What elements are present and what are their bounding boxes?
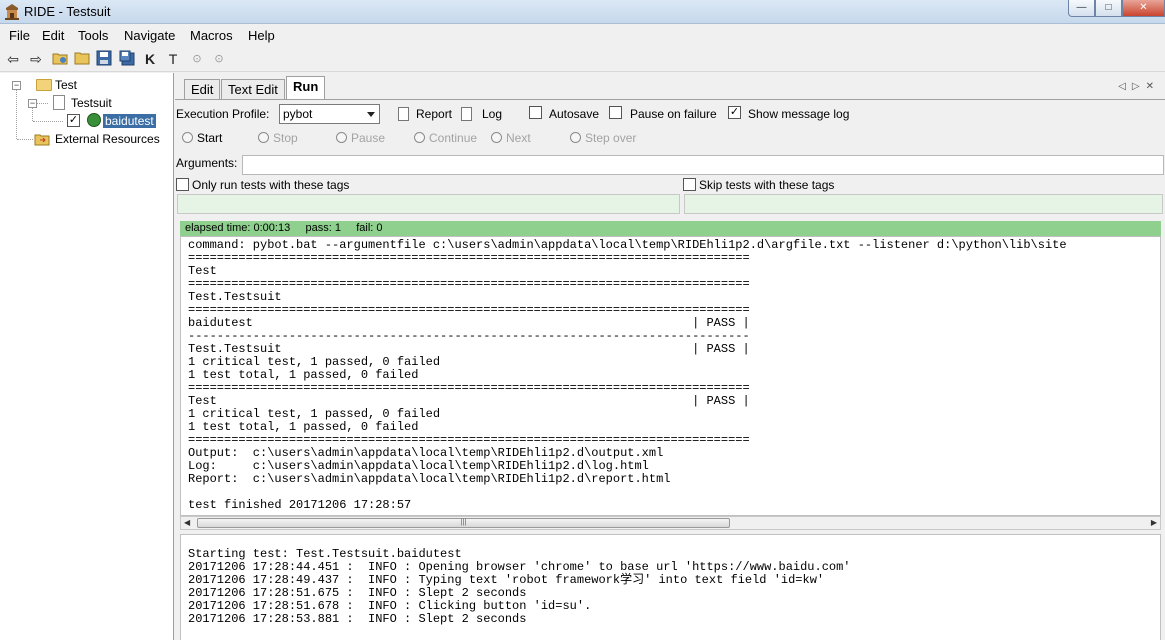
close-button[interactable]: ✕: [1122, 0, 1165, 17]
open-suite-icon[interactable]: [51, 50, 69, 68]
back-icon[interactable]: ⇦: [4, 50, 22, 68]
editor-tabs: Edit Text Edit Run ◁▷✕: [176, 75, 1165, 99]
pause-on-failure-label: Pause on failure: [630, 107, 717, 121]
continue-icon: [414, 132, 425, 143]
file-icon: [53, 95, 65, 110]
robot-test-icon: [87, 113, 101, 127]
tree-item-baidutest[interactable]: baidutest: [103, 112, 156, 130]
tab-run[interactable]: Run: [286, 76, 326, 99]
run-status-bar: elapsed time: 0:00:13 pass: 1 fail: 0: [180, 221, 1161, 236]
maximize-button[interactable]: □: [1095, 0, 1122, 17]
menu-edit[interactable]: Edit: [42, 28, 64, 43]
message-log-text: Starting test: Test.Testsuit.baidutest 2…: [188, 547, 851, 626]
save-icon[interactable]: [95, 50, 113, 68]
only-run-tags-checkbox[interactable]: [176, 178, 189, 191]
chevron-down-icon: [367, 112, 375, 117]
menu-tools[interactable]: Tools: [78, 28, 108, 43]
skip-tags-label: Skip tests with these tags: [699, 178, 835, 192]
console-text: command: pybot.bat --argumentfile c:\use…: [188, 238, 1067, 512]
console-output[interactable]: command: pybot.bat --argumentfile c:\use…: [180, 236, 1161, 516]
start-button[interactable]: Start: [182, 131, 222, 145]
play-icon: [182, 132, 193, 143]
menu-navigate[interactable]: Navigate: [124, 28, 175, 43]
step-over-button[interactable]: Step over: [570, 131, 636, 145]
log-button[interactable]: Log: [482, 107, 502, 121]
minimize-button[interactable]: —: [1068, 0, 1095, 17]
menu-file[interactable]: File: [9, 28, 30, 43]
report-button[interactable]: Report: [416, 107, 452, 121]
ride-app-icon: [5, 4, 19, 20]
search-keywords-icon[interactable]: K: [141, 50, 159, 68]
pause-icon: [336, 132, 347, 143]
horizontal-scrollbar[interactable]: ◀ ||| ▶: [180, 516, 1161, 530]
elapsed-time: elapsed time: 0:00:13: [185, 222, 291, 234]
only-run-tags-label: Only run tests with these tags: [192, 178, 350, 192]
menubar: File Edit Tools Navigate Macros Help: [0, 24, 1165, 46]
tree-item-external-resources[interactable]: External Resources: [55, 130, 160, 148]
arguments-label: Arguments:: [176, 156, 238, 170]
tab-text-edit[interactable]: Text Edit: [221, 79, 285, 99]
project-tree: − Test − Testsuit ✓ baidutest External R…: [0, 73, 174, 640]
execution-profile-label: Execution Profile:: [176, 107, 270, 121]
pause-button[interactable]: Pause: [336, 131, 385, 145]
stop-button[interactable]: Stop: [258, 131, 298, 145]
tab-navigation-controls[interactable]: ◁▷✕: [1118, 81, 1160, 92]
tab-edit[interactable]: Edit: [184, 79, 221, 99]
next-button[interactable]: Next: [491, 131, 531, 145]
window-titlebar: RIDE - Testsuit — □ ✕: [0, 0, 1165, 24]
skip-tags-input[interactable]: [684, 194, 1163, 214]
next-icon: [491, 132, 502, 143]
autosave-checkbox[interactable]: [529, 106, 542, 119]
tree-expander-testsuit[interactable]: −: [28, 99, 37, 108]
folder-icon: [36, 79, 52, 91]
log-icon[interactable]: [461, 107, 472, 121]
tree-expander-test[interactable]: −: [12, 81, 21, 90]
message-log[interactable]: Starting test: Test.Testsuit.baidutest 2…: [180, 534, 1161, 640]
only-run-tags-input[interactable]: [177, 194, 680, 214]
scrollbar-thumb[interactable]: |||: [197, 518, 730, 528]
execution-profile-select[interactable]: pybot: [279, 104, 380, 124]
step-over-icon: [570, 132, 581, 143]
scroll-left-icon[interactable]: ◀: [184, 517, 190, 529]
save-all-icon[interactable]: [118, 50, 136, 68]
open-directory-icon[interactable]: [73, 50, 91, 68]
tree-item-test[interactable]: Test: [55, 76, 77, 94]
forward-icon[interactable]: ⇨: [27, 50, 45, 68]
toolbar: ⇦ ⇨ K T ⊙ ⊙: [0, 46, 1165, 72]
show-message-log-label: Show message log: [748, 107, 850, 121]
report-icon[interactable]: [398, 107, 409, 121]
stop-icon: [258, 132, 269, 143]
run-panel: Execution Profile: pybot Report Log Auto…: [175, 99, 1165, 640]
autosave-label: Autosave: [549, 107, 600, 121]
external-resources-icon: [34, 134, 50, 146]
search-tests-icon[interactable]: T: [164, 50, 182, 68]
pass-count: pass: 1: [305, 222, 341, 234]
tree-test-checkbox[interactable]: ✓: [67, 114, 80, 127]
arguments-input[interactable]: [242, 155, 1164, 175]
stop-icon[interactable]: ⊙: [210, 50, 228, 68]
window-title: RIDE - Testsuit: [24, 4, 111, 19]
menu-macros[interactable]: Macros: [190, 28, 233, 43]
skip-tags-checkbox[interactable]: [683, 178, 696, 191]
scroll-right-icon[interactable]: ▶: [1151, 517, 1157, 529]
fail-count: fail: 0: [356, 222, 383, 234]
menu-help[interactable]: Help: [248, 28, 275, 43]
continue-button[interactable]: Continue: [414, 131, 477, 145]
show-message-log-checkbox[interactable]: ✓: [728, 106, 741, 119]
tree-item-testsuit[interactable]: Testsuit: [71, 94, 112, 112]
pause-on-failure-checkbox[interactable]: [609, 106, 622, 119]
run-icon[interactable]: ⊙: [188, 50, 206, 68]
